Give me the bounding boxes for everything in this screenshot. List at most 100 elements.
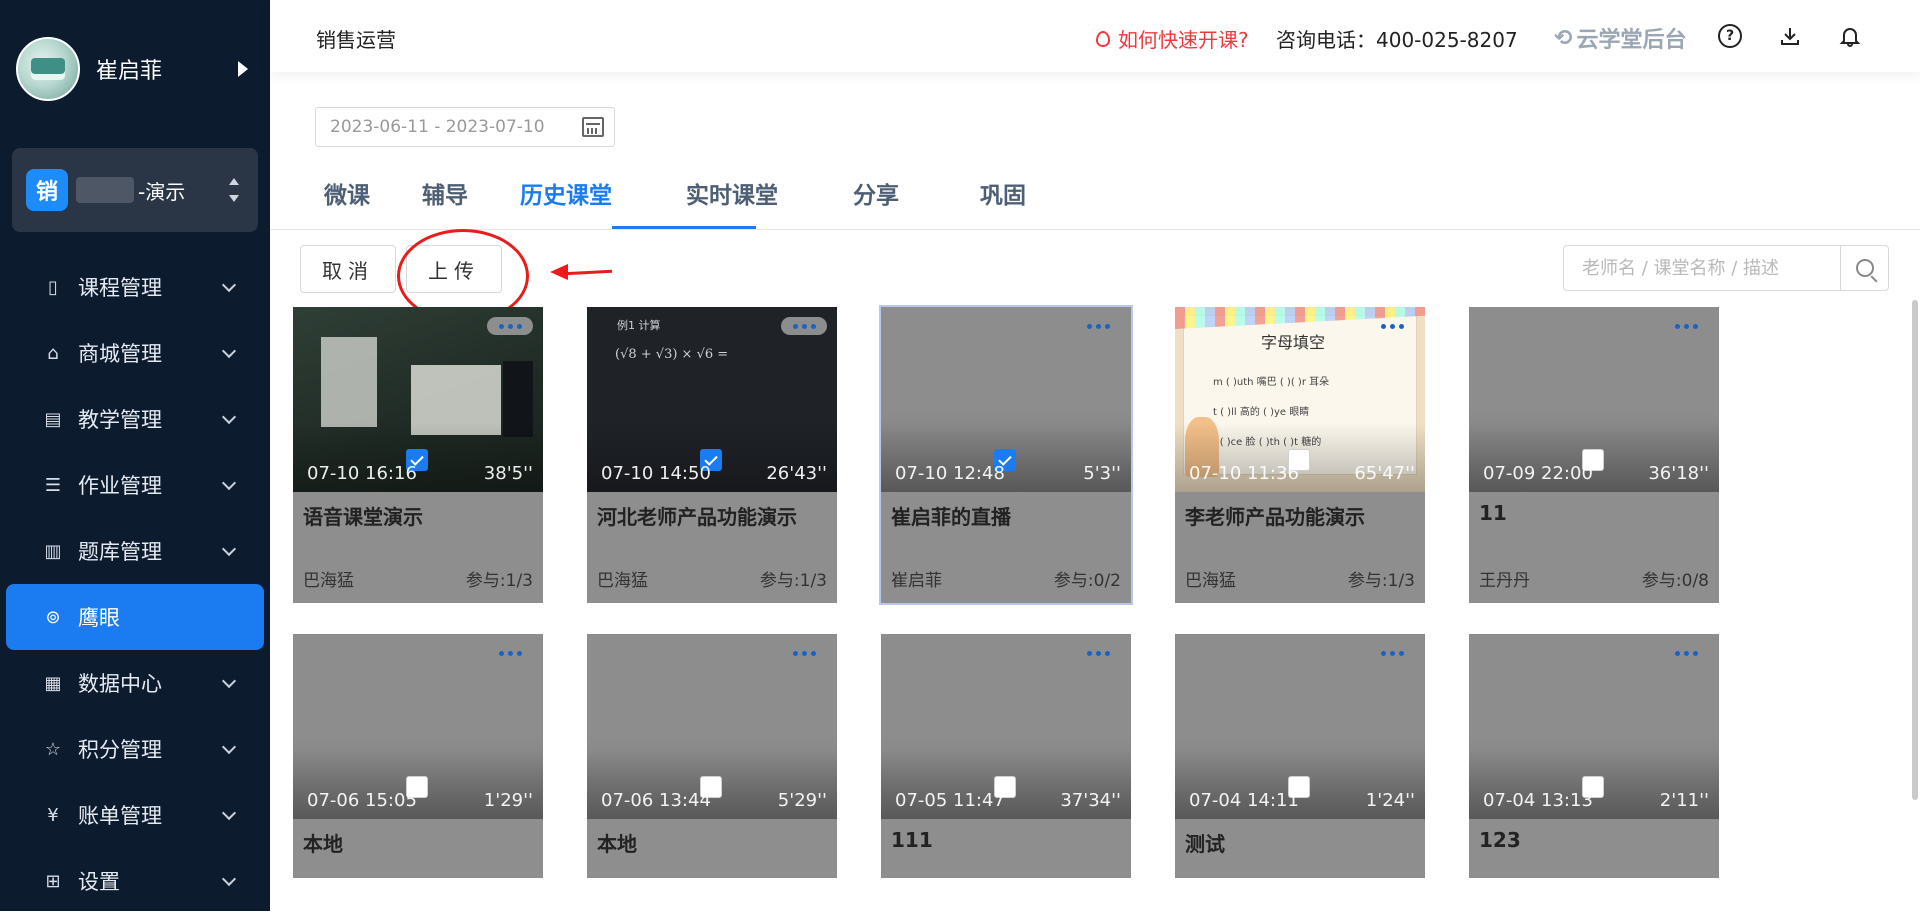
more-options-icon[interactable]	[1663, 644, 1709, 662]
sidebar-item-label: 账单管理	[78, 804, 162, 828]
sidebar-item-label: 设置	[78, 870, 120, 894]
settings-icon: ⊞	[45, 870, 61, 892]
more-options-icon[interactable]	[1075, 644, 1121, 662]
sidebar-item-3[interactable]: ☰ 作业管理	[0, 452, 270, 518]
sidebar-item-label: 题库管理	[78, 540, 162, 564]
sidebar-item-0[interactable]: ▯ 课程管理	[0, 254, 270, 320]
sidebar-item-label: 商城管理	[78, 342, 162, 366]
more-options-icon[interactable]	[487, 317, 533, 335]
class-time: 07-09 22:00	[1483, 463, 1593, 484]
class-card[interactable]: 07-05 11:47 37'34'' 111	[881, 634, 1131, 878]
sidebar-item-1[interactable]: ⌂ 商城管理	[0, 320, 270, 386]
sidebar-item-label: 作业管理	[78, 474, 162, 498]
class-duration: 1'29''	[483, 790, 533, 811]
poster-line: m ( )uth 嘴巴 ( )( )r 耳朵	[1213, 377, 1330, 388]
more-options-icon[interactable]	[487, 644, 533, 662]
cancel-button[interactable]: 取消	[300, 245, 396, 293]
more-options-icon[interactable]	[1369, 317, 1415, 335]
tab-3[interactable]: 实时课堂	[686, 176, 778, 210]
sidebar: 崔启菲 销 -演示 ▯ 课程管理 ⌂ 商城管理 ▤ 教学管理 ☰ 作业管理 ▥ 题库管理 ⊚ 鹰眼 ▦ 数…	[0, 0, 270, 911]
class-title: 123	[1479, 828, 1521, 852]
bell-icon[interactable]	[1838, 24, 1862, 48]
switch-arrows-icon[interactable]	[228, 178, 240, 202]
tab-0[interactable]: 微课	[324, 176, 370, 210]
search-button[interactable]	[1840, 246, 1888, 290]
date-range-picker[interactable]: 2023-06-11 - 2023-07-10	[315, 107, 615, 147]
brand-link[interactable]: ⟲ 云学堂后台	[1554, 22, 1686, 54]
teaching-icon: ▤	[44, 408, 62, 430]
class-time: 07-04 14:11	[1189, 790, 1299, 811]
refresh-icon: ⟲	[1554, 25, 1573, 51]
sidebar-item-label: 积分管理	[78, 738, 162, 762]
class-card[interactable]: 例1 计算 (√8 + √3) × √6 = 07-10 14:50 26'43'' 河…	[587, 307, 837, 603]
scrollbar[interactable]	[1912, 300, 1918, 800]
tab-5[interactable]: 巩固	[980, 176, 1026, 210]
class-card[interactable]: 07-06 15:05 1'29'' 本地	[293, 634, 543, 878]
chevron-down-icon	[221, 409, 237, 425]
avatar	[16, 37, 80, 101]
page-title: 销售运营	[316, 28, 396, 52]
help-icon[interactable]: ?	[1718, 24, 1742, 48]
chevron-down-icon	[221, 475, 237, 491]
class-card[interactable]: 07-09 22:00 36'18'' 11 王丹丹 参与:0/8	[1469, 307, 1719, 603]
org-name-redacted	[76, 177, 134, 203]
quick-start-link[interactable]: 如何快速开课?	[1096, 24, 1249, 53]
sidebar-item-8[interactable]: ¥ 账单管理	[0, 782, 270, 848]
class-card[interactable]: 07-10 12:48 5'3'' 崔启菲的直播 崔启菲 参与:0/2	[879, 305, 1133, 605]
chevron-down-icon	[221, 805, 237, 821]
top-header: 销售运营 如何快速开课? 咨询电话：400-025-8207 ⟲ 云学堂后台 ?	[270, 0, 1920, 72]
download-icon[interactable]	[1778, 24, 1802, 48]
support-phone: 咨询电话：400-025-8207	[1276, 28, 1518, 52]
shop-icon: ⌂	[47, 342, 59, 364]
book-icon: ▯	[48, 276, 58, 298]
poster-line: t ( )ll 高的 ( )ye 眼睛	[1213, 407, 1310, 418]
sidebar-item-7[interactable]: ☆ 积分管理	[0, 716, 270, 782]
sidebar-item-2[interactable]: ▤ 教学管理	[0, 386, 270, 452]
bill-icon: ¥	[47, 804, 59, 826]
class-duration: 36'18''	[1648, 463, 1709, 484]
class-card[interactable]: 字母填空 m ( )uth 嘴巴 ( )( )r 耳朵 t ( )ll 高的 ( )…	[1175, 307, 1425, 603]
more-options-icon[interactable]	[1075, 317, 1121, 335]
class-duration: 5'3''	[1083, 463, 1121, 484]
teacher-name: 巴海猛	[597, 571, 648, 591]
more-options-icon[interactable]	[1663, 317, 1709, 335]
user-profile[interactable]: 崔启菲	[16, 36, 256, 102]
date-range-value: 2023-06-11 - 2023-07-10	[330, 117, 545, 137]
more-options-icon[interactable]	[781, 317, 827, 335]
search-input[interactable]	[1564, 246, 1840, 290]
class-card[interactable]: 07-04 14:11 1'24'' 测试	[1175, 634, 1425, 878]
class-duration: 1'24''	[1365, 790, 1415, 811]
homework-icon: ☰	[44, 474, 62, 496]
org-switcher[interactable]: 销 -演示	[12, 148, 258, 232]
tab-4[interactable]: 分享	[853, 176, 899, 210]
class-time: 07-04 13:13	[1483, 790, 1593, 811]
chevron-down-icon	[221, 541, 237, 557]
class-history-grid: 07-10 16:16 38'5'' 语音课堂演示 巴海猛 参与:1/3 例1 计算 (√8…	[293, 305, 1893, 911]
class-time: 07-10 16:16	[307, 463, 417, 484]
tab-2[interactable]: 历史课堂	[520, 176, 612, 210]
sidebar-item-4[interactable]: ▥ 题库管理	[0, 518, 270, 584]
more-options-icon[interactable]	[781, 644, 827, 662]
quick-start-label: 如何快速开课?	[1118, 28, 1249, 52]
tab-1[interactable]: 辅导	[422, 176, 468, 210]
sidebar-item-6[interactable]: ▦ 数据中心	[0, 650, 270, 716]
more-options-icon[interactable]	[1369, 644, 1415, 662]
teacher-name: 巴海猛	[303, 571, 354, 591]
class-card[interactable]: 07-04 13:13 2'11'' 123	[1469, 634, 1719, 878]
class-card[interactable]: 07-10 16:16 38'5'' 语音课堂演示 巴海猛 参与:1/3	[293, 307, 543, 603]
class-time: 07-10 12:48	[895, 463, 1005, 484]
sidebar-item-label: 教学管理	[78, 408, 162, 432]
class-card[interactable]: 07-06 13:44 5'29'' 本地	[587, 634, 837, 878]
caret-right-icon[interactable]	[238, 61, 248, 77]
class-duration: 5'29''	[777, 790, 827, 811]
board-text: 例1 计算	[617, 319, 661, 332]
chevron-down-icon	[221, 277, 237, 293]
class-title: 河北老师产品功能演示	[597, 505, 797, 529]
sidebar-nav: ▯ 课程管理 ⌂ 商城管理 ▤ 教学管理 ☰ 作业管理 ▥ 题库管理 ⊚ 鹰眼 ▦ 数据中心 ☆ 积分管理 ¥ 账…	[0, 254, 270, 914]
class-duration: 26'43''	[766, 463, 827, 484]
teacher-name: 巴海猛	[1185, 571, 1236, 591]
sidebar-item-9[interactable]: ⊞ 设置	[0, 848, 270, 914]
sidebar-item-5[interactable]: ⊚ 鹰眼	[6, 584, 264, 650]
class-duration: 37'34''	[1060, 790, 1121, 811]
org-badge: 销	[26, 169, 68, 211]
